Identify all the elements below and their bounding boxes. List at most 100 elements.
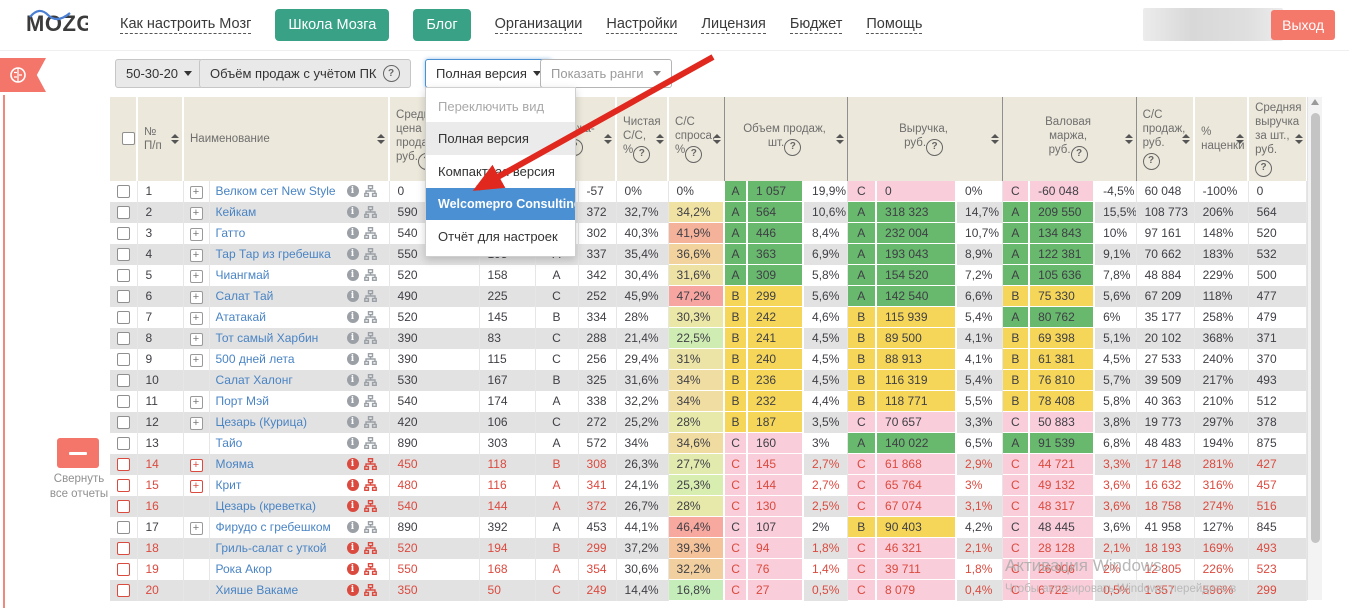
nav-item-блог[interactable]: Блог [413, 9, 470, 41]
expand-icon[interactable]: + [190, 270, 203, 283]
col-header-cost-of-sales[interactable]: С/С продаж, руб.? [1136, 97, 1194, 181]
item-name-link[interactable]: Салат Халонг [216, 373, 293, 387]
modifiers-tree-icon[interactable] [364, 227, 377, 239]
sort-icon[interactable] [713, 134, 721, 144]
modifiers-tree-icon[interactable] [364, 542, 377, 554]
row-checkbox[interactable] [117, 563, 130, 576]
help-icon[interactable]: ? [383, 65, 400, 82]
modifiers-tree-icon[interactable] [364, 395, 377, 407]
item-name-link[interactable]: Ататакай [216, 310, 266, 324]
col-header-volume[interactable]: Объем продаж, шт.? [724, 97, 847, 181]
col-header-num[interactable]: № П/п [137, 97, 183, 181]
row-checkbox[interactable] [117, 248, 130, 261]
help-icon[interactable]: ? [685, 146, 702, 163]
nav-item-школа-мозга[interactable]: Школа Мозга [275, 9, 389, 41]
modifiers-tree-icon[interactable] [364, 269, 377, 281]
row-checkbox[interactable] [117, 395, 130, 408]
item-name-link[interactable]: Цезарь (Курица) [216, 415, 308, 429]
info-icon[interactable]: i [347, 500, 359, 512]
modifiers-tree-icon[interactable] [364, 479, 377, 491]
sort-icon[interactable] [1182, 134, 1190, 144]
info-icon[interactable]: i [347, 521, 359, 533]
info-icon[interactable]: i [347, 206, 359, 218]
expand-icon[interactable]: + [190, 312, 203, 325]
menu-item[interactable]: Welcomepro Consulting [426, 188, 575, 220]
sort-icon[interactable] [1295, 134, 1303, 144]
info-icon[interactable]: i [347, 269, 359, 281]
item-name-link[interactable]: Хияше Вакаме [216, 583, 299, 597]
item-name-link[interactable]: Тот самый Харбин [216, 331, 319, 345]
item-name-link[interactable]: 500 дней лета [216, 352, 295, 366]
item-name-link[interactable]: Тар Тар из гребешка [216, 247, 331, 261]
nav-item-настройки[interactable]: Настройки [606, 16, 677, 34]
col-header-avg-unit-revenue[interactable]: Средняя выручка за шт., руб.? [1248, 97, 1306, 181]
sort-icon[interactable] [1125, 134, 1133, 144]
expand-icon[interactable]: + [190, 522, 203, 535]
collapse-all-reports-button[interactable] [57, 438, 99, 468]
sort-icon[interactable] [656, 134, 664, 144]
help-icon[interactable]: ? [926, 139, 943, 156]
modifiers-tree-icon[interactable] [364, 416, 377, 428]
modifiers-tree-icon[interactable] [364, 521, 377, 533]
item-name-link[interactable]: Гатто [216, 226, 246, 240]
row-checkbox[interactable] [117, 500, 130, 513]
col-header-gross-margin[interactable]: Валовая маржа, руб.? [1002, 97, 1136, 181]
info-icon[interactable]: i [347, 227, 359, 239]
row-checkbox[interactable] [117, 353, 130, 366]
info-icon[interactable]: i [347, 374, 359, 386]
view-dropdown-button[interactable]: Полная версия [425, 59, 552, 88]
scroll-up-icon[interactable] [1311, 99, 1319, 105]
modifiers-tree-icon[interactable] [364, 353, 377, 365]
sort-icon[interactable] [171, 134, 179, 144]
modifiers-tree-icon[interactable] [364, 500, 377, 512]
sort-icon[interactable] [991, 134, 999, 144]
modifiers-tree-icon[interactable] [364, 458, 377, 470]
info-icon[interactable]: i [347, 353, 359, 365]
item-name-link[interactable]: Велком сет New Style [216, 184, 336, 198]
row-checkbox[interactable] [117, 458, 130, 471]
expand-icon[interactable]: + [190, 459, 203, 472]
item-name-link[interactable]: Салат Тай [216, 289, 274, 303]
sort-icon[interactable] [377, 134, 385, 144]
sort-icon[interactable] [1236, 134, 1244, 144]
modifiers-tree-icon[interactable] [364, 374, 377, 386]
item-name-link[interactable]: Рока Акор [216, 562, 272, 576]
modifiers-tree-icon[interactable] [364, 311, 377, 323]
item-name-link[interactable]: Мояма [216, 457, 254, 471]
col-header-net-cost[interactable]: Чистая С/С, %? [616, 97, 668, 181]
row-checkbox[interactable] [117, 374, 130, 387]
item-name-link[interactable]: Кейкам [216, 205, 257, 219]
expand-icon[interactable]: + [190, 249, 203, 262]
menu-item[interactable]: Отчёт для настроек [426, 220, 575, 253]
row-checkbox[interactable] [117, 269, 130, 282]
item-name-link[interactable]: Цезарь (креветка) [216, 499, 317, 513]
menu-item[interactable]: Компактная версия [426, 155, 575, 188]
col-header-demand-cost[interactable]: С/С спроса, %? [668, 97, 724, 181]
row-checkbox[interactable] [117, 521, 130, 534]
row-checkbox[interactable] [117, 227, 130, 240]
nav-item-помощь[interactable]: Помощь [866, 16, 922, 34]
nav-item-лицензия[interactable]: Лицензия [701, 16, 765, 34]
expand-icon[interactable]: + [190, 291, 203, 304]
info-icon[interactable]: i [347, 584, 359, 596]
scrollbar-thumb[interactable] [1311, 113, 1320, 543]
help-icon[interactable]: ? [784, 139, 801, 156]
modifiers-tree-icon[interactable] [364, 185, 377, 197]
info-icon[interactable]: i [347, 248, 359, 260]
item-name-link[interactable]: Порт Мэй [216, 394, 270, 408]
info-icon[interactable]: i [347, 563, 359, 575]
row-checkbox[interactable] [117, 290, 130, 303]
modifiers-tree-icon[interactable] [364, 290, 377, 302]
expand-icon[interactable]: + [190, 207, 203, 220]
mozg-logo[interactable]: MOZG [26, 5, 88, 46]
row-checkbox[interactable] [117, 332, 130, 345]
modifiers-tree-icon[interactable] [364, 332, 377, 344]
row-checkbox[interactable] [117, 584, 130, 597]
show-ranks-select[interactable]: Показать ранги [540, 59, 672, 88]
info-icon[interactable]: i [347, 185, 359, 197]
item-name-link[interactable]: Крит [216, 478, 242, 492]
row-checkbox[interactable] [117, 416, 130, 429]
item-name-link[interactable]: Фирудо с гребешком [216, 520, 331, 534]
info-icon[interactable]: i [347, 542, 359, 554]
info-icon[interactable]: i [347, 416, 359, 428]
